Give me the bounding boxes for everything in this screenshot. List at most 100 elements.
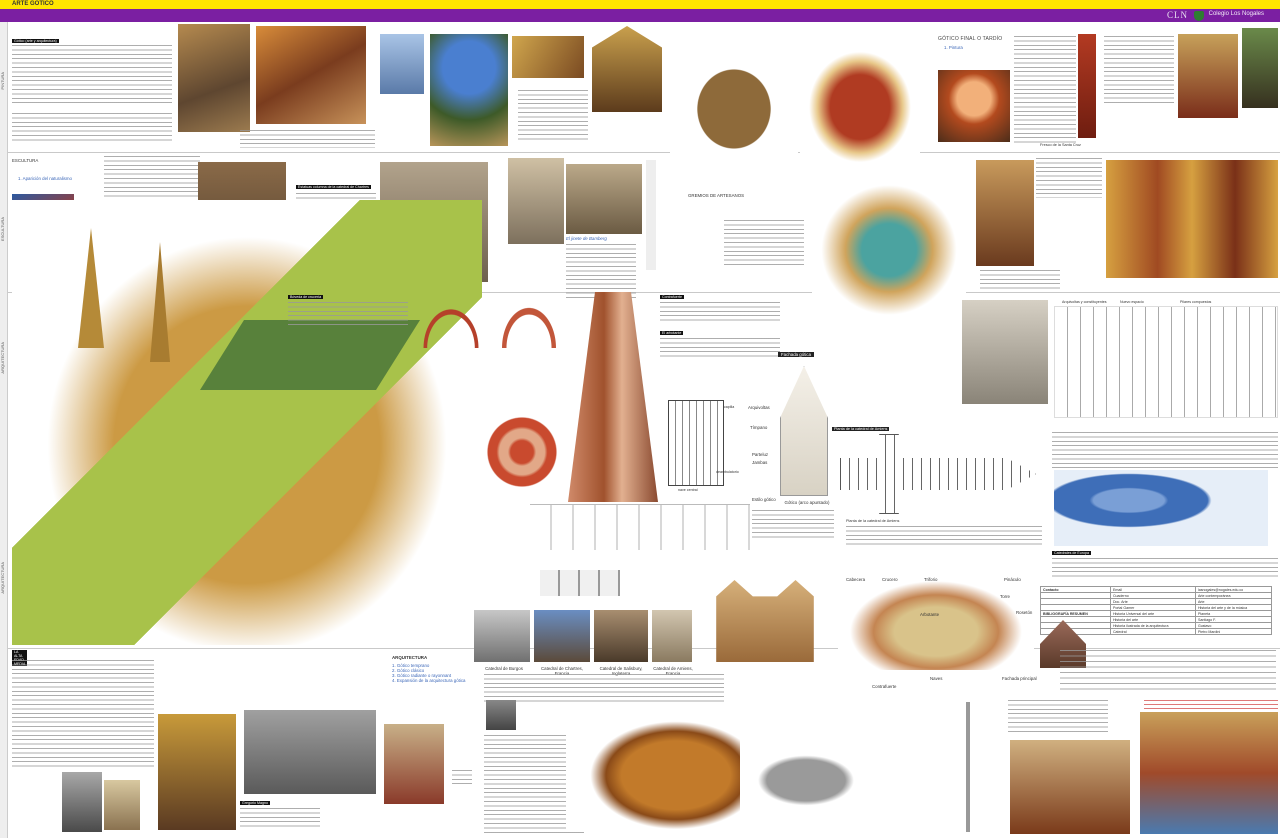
flying-buttress-block: El arbotante <box>660 330 780 358</box>
contact-table-cell: Catedral <box>1109 628 1196 635</box>
cross-image <box>1078 34 1096 138</box>
europe-cathedrals-text: Catedrales de Europa <box>1052 550 1278 578</box>
painter-caption <box>240 130 375 148</box>
statue-image <box>62 772 102 832</box>
arq-item-4[interactable]: 4. Expansión de la arquitectura gótica <box>392 678 465 683</box>
amiens-floor-plan <box>840 434 1036 514</box>
music-influence-text <box>1060 650 1276 694</box>
naves-label: Naves <box>930 676 943 681</box>
wind-instruments-image <box>966 702 1006 832</box>
arquivoltas-const-label: Arquivoltas y constituyentes <box>1062 300 1107 304</box>
sidebar-label-escultura: ESCULTURA <box>0 217 5 241</box>
portrait-image <box>938 70 1010 142</box>
arquivoltas-label: Arquivoltas <box>748 405 770 410</box>
parteluz-label: Parteluz <box>752 452 769 457</box>
giotto-text <box>518 90 588 142</box>
sculpture-item: 1. Aparición del naturalismo <box>18 176 72 181</box>
painting-text-col <box>1014 36 1076 146</box>
sidebar-label-pintura: PINTURA <box>0 72 5 90</box>
altar-caption <box>980 270 1060 290</box>
bamberg-block: El jinete de Bamberg <box>566 236 636 298</box>
europe-cathedrals-label: Catedrales de Europa <box>1052 551 1091 555</box>
painting-panel-image <box>1178 34 1238 118</box>
gothic-architecture-text <box>1052 424 1278 468</box>
bamberg-rider-image <box>508 158 564 244</box>
altar-text <box>1036 158 1102 198</box>
gregory-block: Gregorio Magno <box>240 800 320 830</box>
sculpture-header: ESCULTURA <box>12 158 39 163</box>
capilla-label: capilla <box>724 405 735 409</box>
gregory-label: Gregorio Magno <box>240 801 270 805</box>
chartres-image <box>534 610 590 662</box>
painter-image <box>256 26 366 124</box>
gothic-intro-text-2 <box>12 113 172 141</box>
guilds-text-block <box>724 212 804 266</box>
cathedral-section-drawings <box>1054 306 1278 418</box>
giotto-image <box>512 36 584 78</box>
musicians-painting <box>1140 712 1278 834</box>
chartres-statues-label: Estatuas columna de la catedral de Chart… <box>296 185 371 189</box>
roseton-label: Rosetón <box>1016 610 1033 615</box>
burgos-caption: Catedral de Burgos <box>485 666 523 671</box>
gothic-style-label: Estilo gótico <box>752 497 776 502</box>
salisbury-image <box>594 610 648 662</box>
amiens-plan-caption: Planta de la catedral de Amiens <box>846 519 900 523</box>
artisan-workshop-image <box>670 40 798 178</box>
deambulatorio-label: deambulatorio <box>716 470 739 474</box>
medieval-instruments-image <box>740 700 960 834</box>
rib-vault-diagram <box>414 296 488 348</box>
top-title-bar: ARTE GÓTICO <box>0 0 1280 9</box>
gothic-intro-block: Gótico (arte y arquitectura) <box>12 38 172 141</box>
nave-central-label: nave central <box>678 488 698 492</box>
altarpiece-image <box>592 26 662 112</box>
contact-table: Contacto Email lasnogales@nogales.edu.co Cu… <box>1040 586 1273 635</box>
architecture-list: ARQUITECTURA 1. Gótico temprano 2. Gótic… <box>392 655 465 683</box>
timpano-label: Tímpano <box>750 425 768 430</box>
painting-note <box>1144 700 1278 710</box>
gothic-intro-text <box>12 45 172 105</box>
book-hours-image <box>380 34 424 94</box>
vault-label: Bóveda de crucería <box>288 295 324 299</box>
amiens-image <box>652 610 692 662</box>
gothic-altarpiece-image <box>1106 160 1278 278</box>
europe-map <box>1054 470 1268 546</box>
facade-diagram <box>780 366 828 496</box>
sculpted-altar-image <box>976 160 1034 266</box>
contact-table-cell: Pietro Mardini <box>1194 628 1273 635</box>
divider-painting <box>8 152 1280 153</box>
sidebar-label-arquitectura: ARQUITECTURA <box>0 342 5 374</box>
guild-workshop-image <box>812 176 966 324</box>
page-title: ARTE GÓTICO <box>12 1 54 7</box>
painting-item: 1. Pintura <box>944 45 963 50</box>
pinaculo-label: Pináculo <box>1004 577 1021 582</box>
neume-notation-image <box>244 710 376 794</box>
buttress-block: Contrafuerte <box>660 294 780 322</box>
gothic-tag: Gótico (arte y arquitectura) <box>12 39 59 43</box>
header-band <box>0 9 1280 22</box>
section-sidebar: PINTURA ESCULTURA ARQUITECTURA ARQUITECT… <box>0 22 8 838</box>
school-logo-initials: CLN <box>1167 10 1188 20</box>
school-shield-icon <box>1194 11 1204 21</box>
painting-text-2 <box>1104 36 1174 106</box>
polyphony-text <box>484 674 724 704</box>
window-tracery-diagrams <box>530 504 750 550</box>
illumination-image <box>178 24 250 132</box>
cabecera-label: Cabecera <box>846 577 866 582</box>
school-name: Colegio Los Nogales <box>1208 11 1264 17</box>
sidebar-label-arquitectura-2: ARQUITECTURA <box>0 562 5 594</box>
cathedral-cutaway-image <box>12 200 482 645</box>
rib-vault-diagram-2 <box>494 296 564 348</box>
facade-header: Fachada gótica <box>778 352 815 357</box>
buttress-diagram <box>568 292 658 502</box>
instrument-small-image <box>486 700 516 730</box>
burgos-image <box>474 610 530 662</box>
jambas-label: Jambas <box>752 460 768 465</box>
page-caption <box>452 770 472 786</box>
fachada-principal-label: Fachada principal <box>1002 676 1037 681</box>
contrafuerte-diagram-label: Contrafuerte <box>872 684 897 689</box>
torre-label: Torre <box>1000 594 1011 599</box>
fresco-caption: Fresco de la Santa Cruz <box>1040 143 1081 147</box>
architecture-list-header: ARQUITECTURA <box>392 655 428 660</box>
musicians-miniature <box>1010 740 1130 834</box>
capitals-diagram <box>540 570 620 596</box>
